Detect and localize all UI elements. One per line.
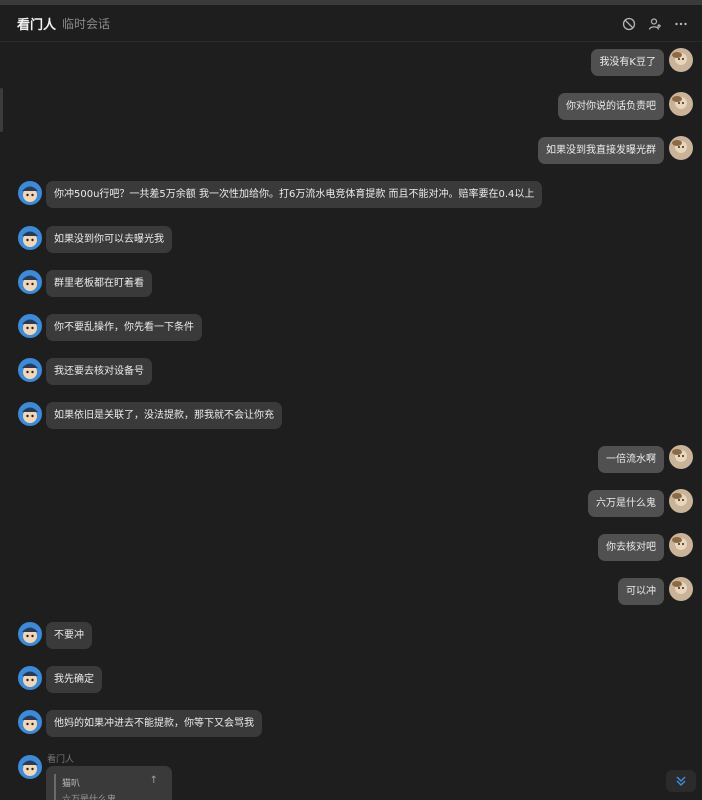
message-row: 如果没到我直接发曝光群 xyxy=(538,137,664,164)
message-row: 如果没到你可以去曝光我 xyxy=(46,226,172,253)
my-avatar[interactable] xyxy=(669,533,693,557)
contact-avatar[interactable] xyxy=(18,755,42,779)
message-bubble: 你不要乱操作，你先看一下条件 xyxy=(46,314,202,341)
block-icon[interactable] xyxy=(616,14,642,34)
message-bubble: 六万是什么鬼 xyxy=(588,490,664,517)
jump-to-quote-icon[interactable]: ↑ xyxy=(150,775,158,786)
contact-avatar[interactable] xyxy=(18,226,42,250)
message-bubble: 我没有K豆了 xyxy=(591,49,664,76)
reply-bubble[interactable]: 猫叭 六万是什么鬼 ↑ xyxy=(46,766,172,800)
quoted-text: 六万是什么鬼 xyxy=(62,795,117,800)
quote-bar xyxy=(54,774,56,800)
contact-avatar[interactable] xyxy=(18,181,42,205)
message-bubble: 你对你说的话负责吧 xyxy=(558,93,664,120)
message-row: 我先确定 xyxy=(46,666,102,693)
my-avatar[interactable] xyxy=(669,136,693,160)
message-bubble: 你去核对吧 xyxy=(598,534,664,561)
add-user-icon[interactable] xyxy=(642,14,668,34)
message-row: 你去核对吧 xyxy=(598,534,664,561)
quoted-sender: 猫叭 xyxy=(62,779,81,789)
message-bubble: 群里老板都在盯着看 xyxy=(46,270,152,297)
message-bubble: 一倍流水啊 xyxy=(598,446,664,473)
my-avatar[interactable] xyxy=(669,445,693,469)
my-avatar[interactable] xyxy=(669,489,693,513)
message-row: 你冲500u行吧？一共差5万余额 我一次性加给你。打6万流水电竞体育提款 而且不… xyxy=(46,181,543,208)
message-row: 我没有K豆了 xyxy=(591,49,664,76)
message-row: 一倍流水啊 xyxy=(598,446,664,473)
scroll-indicator[interactable] xyxy=(0,88,3,132)
double-chevron-down-icon xyxy=(676,776,686,787)
contact-avatar[interactable] xyxy=(18,666,42,690)
contact-avatar[interactable] xyxy=(18,358,42,382)
chat-subtitle: 临时会话 xyxy=(62,16,111,31)
message-bubble: 如果依旧是关联了，没法提款，那我就不会让你充 xyxy=(46,402,282,429)
my-avatar[interactable] xyxy=(669,577,693,601)
message-bubble: 你冲500u行吧？一共差5万余额 我一次性加给你。打6万流水电竞体育提款 而且不… xyxy=(46,181,543,208)
chat-header: 看门人 临时会话 xyxy=(0,5,702,42)
message-row: 不要冲 xyxy=(46,622,92,649)
sender-name: 看门人 xyxy=(47,755,75,765)
contact-avatar[interactable] xyxy=(18,270,42,294)
message-bubble: 可以冲 xyxy=(618,578,664,605)
message-row: 我还要去核对设备号 xyxy=(46,358,152,385)
scroll-to-bottom-button[interactable] xyxy=(666,770,696,792)
message-row: 他妈的如果冲进去不能提款，你等下又会骂我 xyxy=(46,710,262,737)
message-bubble: 他妈的如果冲进去不能提款，你等下又会骂我 xyxy=(46,710,262,737)
message-bubble: 如果没到你可以去曝光我 xyxy=(46,226,172,253)
message-row: 六万是什么鬼 xyxy=(588,490,664,517)
message-row: 你不要乱操作，你先看一下条件 xyxy=(46,314,202,341)
chat-title: 看门人 xyxy=(17,17,57,33)
message-row: 你对你说的话负责吧 xyxy=(558,93,664,120)
message-bubble: 我先确定 xyxy=(46,666,102,693)
more-icon[interactable] xyxy=(668,14,694,34)
message-bubble: 如果没到我直接发曝光群 xyxy=(538,137,664,164)
contact-avatar[interactable] xyxy=(18,710,42,734)
message-bubble: 不要冲 xyxy=(46,622,92,649)
header-actions xyxy=(616,14,694,34)
message-row: 群里老板都在盯着看 xyxy=(46,270,152,297)
contact-avatar[interactable] xyxy=(18,622,42,646)
message-row: 可以冲 xyxy=(618,578,664,605)
my-avatar[interactable] xyxy=(669,48,693,72)
contact-avatar[interactable] xyxy=(18,314,42,338)
message-bubble: 我还要去核对设备号 xyxy=(46,358,152,385)
message-row: 如果依旧是关联了，没法提款，那我就不会让你充 xyxy=(46,402,282,429)
contact-avatar[interactable] xyxy=(18,402,42,426)
my-avatar[interactable] xyxy=(669,92,693,116)
